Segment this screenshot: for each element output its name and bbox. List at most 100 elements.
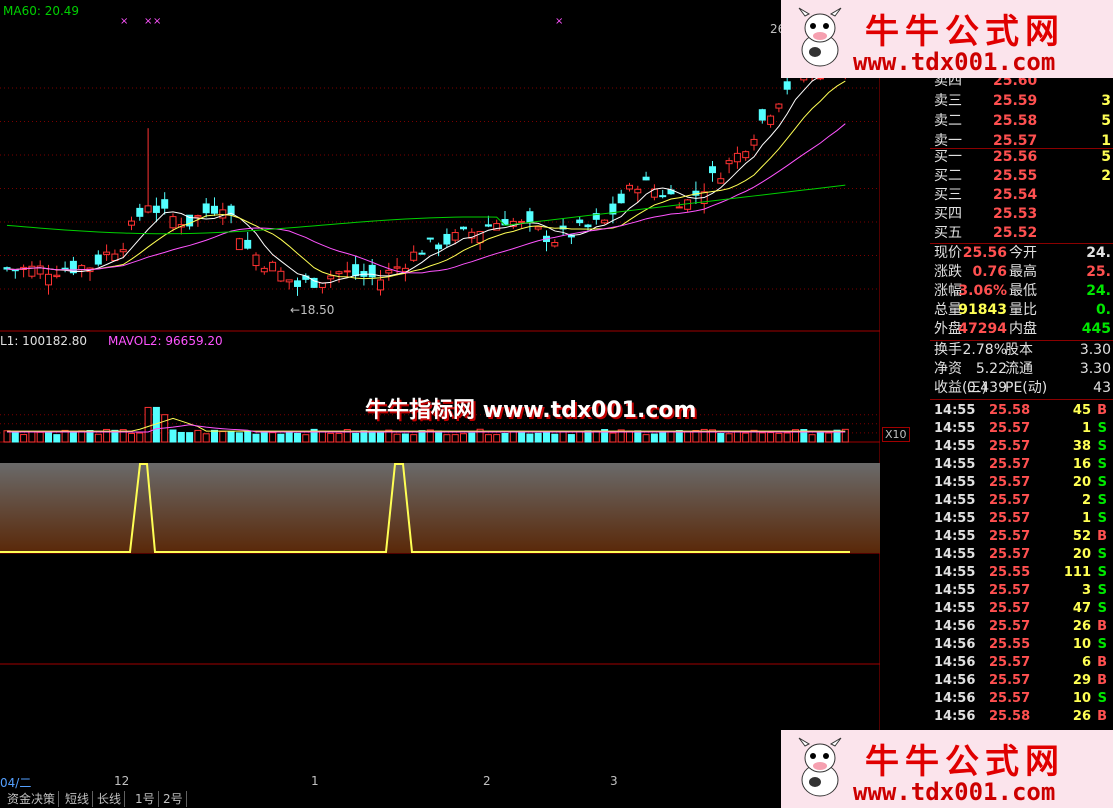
- buy-row[interactable]: 买二 25.55 2: [881, 167, 1113, 186]
- candle: [377, 279, 384, 291]
- tick-price: 25.57: [989, 421, 1031, 436]
- tick-time: 14:55: [934, 457, 976, 472]
- tick-vol: 6: [1081, 655, 1091, 670]
- buy-row[interactable]: 买三 25.54: [881, 186, 1113, 205]
- tick-row[interactable]: 14:55 25.57 2 S: [932, 492, 1113, 510]
- tick-row[interactable]: 14:56 25.57 29 B: [932, 672, 1113, 690]
- brand-name: 牛牛公式网: [865, 742, 1065, 782]
- quote-label: 内盘: [1009, 321, 1037, 337]
- tick-time: 14:56: [934, 637, 976, 652]
- tick-time: 14:55: [934, 601, 976, 616]
- tick-row[interactable]: 14:55 25.55 111 S: [932, 564, 1113, 582]
- sell-row[interactable]: 卖三 25.59 3: [881, 92, 1113, 111]
- volume-bar: [493, 434, 501, 443]
- volume-bar: [609, 432, 617, 443]
- tick-row[interactable]: 14:56 25.55 10 S: [932, 636, 1113, 654]
- brand-watermark-top: 牛牛公式网 www.tdx001.com: [781, 0, 1113, 78]
- volume-bar: [128, 432, 135, 443]
- candle: [211, 205, 218, 214]
- low-price-value: 18.50: [300, 303, 335, 317]
- tab-changxian[interactable]: 长线: [94, 791, 126, 807]
- candle: [235, 238, 243, 251]
- tick-row[interactable]: 14:55 25.57 20 S: [932, 474, 1113, 492]
- tick-row[interactable]: 14:56 25.58 26 B: [932, 708, 1113, 726]
- tick-row[interactable]: 14:55 25.57 1 S: [932, 420, 1113, 438]
- tick-side: S: [1097, 511, 1107, 526]
- tick-row[interactable]: 14:56 25.57 6 B: [932, 654, 1113, 672]
- volume-bar: [53, 434, 61, 443]
- tick-time: 14:55: [934, 421, 976, 436]
- tick-row[interactable]: 14:55 25.57 47 S: [932, 600, 1113, 618]
- tick-side: B: [1097, 403, 1107, 418]
- buy-label: 买一: [934, 149, 962, 165]
- tick-row[interactable]: 14:55 25.57 3 S: [932, 582, 1113, 600]
- tab-duanxian[interactable]: 短线: [62, 791, 94, 807]
- quote-value: 24.: [1086, 283, 1111, 299]
- tick-row[interactable]: 14:55 25.57 16 S: [932, 456, 1113, 474]
- volume-bar: [484, 434, 492, 443]
- tick-side: S: [1097, 439, 1107, 454]
- buy-row[interactable]: 买一 25.56 5: [881, 148, 1113, 167]
- buy-vol: 2: [1101, 168, 1111, 184]
- tab-1hao[interactable]: 1号: [132, 791, 159, 807]
- volume-bar: [219, 431, 227, 443]
- tick-price: 25.57: [989, 547, 1031, 562]
- tick-row[interactable]: 14:55 25.58 45 B: [932, 402, 1113, 420]
- tick-vol: 20: [1072, 547, 1091, 562]
- candle: [709, 166, 716, 174]
- candle: [410, 251, 418, 261]
- tick-time: 14:55: [934, 475, 976, 490]
- tick-time: 14:55: [934, 547, 976, 562]
- tick-side: S: [1097, 637, 1107, 652]
- tick-row[interactable]: 14:56 25.57 26 B: [932, 618, 1113, 636]
- tick-price: 25.57: [989, 655, 1031, 670]
- signal-marker: ×: [153, 16, 161, 27]
- candle: [758, 109, 766, 121]
- candle: [617, 193, 625, 204]
- candle: [285, 279, 293, 283]
- volume-bar: [733, 430, 741, 443]
- tick-row[interactable]: 14:55 25.57 38 S: [932, 438, 1113, 456]
- tick-row[interactable]: 14:55 25.57 1 S: [932, 510, 1113, 528]
- candle: [78, 265, 86, 271]
- volume-bar: [318, 430, 326, 443]
- candle: [451, 232, 459, 241]
- volume-bar: [650, 433, 658, 443]
- volume-bar: [816, 432, 824, 443]
- candle: [518, 220, 526, 223]
- tick-row[interactable]: 14:55 25.57 20 S: [932, 546, 1113, 564]
- tab-zijin[interactable]: 资金决策: [4, 791, 60, 807]
- tick-side: B: [1097, 673, 1107, 688]
- candle: [767, 115, 775, 125]
- quote-value: 47294: [958, 321, 1007, 337]
- candle: [45, 273, 52, 286]
- buy-row[interactable]: 买五 25.52: [881, 224, 1113, 243]
- date-label: 2: [483, 774, 491, 788]
- tick-row[interactable]: 14:56 25.57 10 S: [932, 690, 1113, 708]
- candle: [742, 151, 750, 159]
- volume-bar: [11, 432, 19, 443]
- fund-value: 0.439: [966, 380, 1007, 396]
- buy-row[interactable]: 买四 25.53: [881, 205, 1113, 224]
- tick-row[interactable]: 14:55 25.57 52 B: [932, 528, 1113, 546]
- volume-bar: [335, 432, 343, 443]
- volume-bar: [451, 434, 459, 443]
- buy-price: 25.53: [993, 206, 1038, 222]
- buy-price: 25.55: [993, 168, 1038, 184]
- volume-bar: [592, 430, 600, 443]
- candle: [750, 138, 758, 146]
- volume-bar: [509, 431, 517, 443]
- volume-bar: [551, 433, 559, 443]
- sell-vol: 5: [1101, 113, 1111, 129]
- tick-side: S: [1097, 547, 1107, 562]
- volume-bar: [725, 433, 733, 443]
- tick-time: 14:55: [934, 493, 976, 508]
- tick-vol: 10: [1072, 691, 1091, 706]
- volume-bar: [717, 432, 725, 443]
- sell-row[interactable]: 卖二 25.58 5: [881, 112, 1113, 131]
- tick-vol: 26: [1072, 709, 1091, 724]
- tick-price: 25.57: [989, 529, 1031, 544]
- date-label: 04/二: [0, 776, 32, 790]
- tab-2hao[interactable]: 2号: [160, 791, 187, 807]
- volume-bar: [302, 434, 310, 443]
